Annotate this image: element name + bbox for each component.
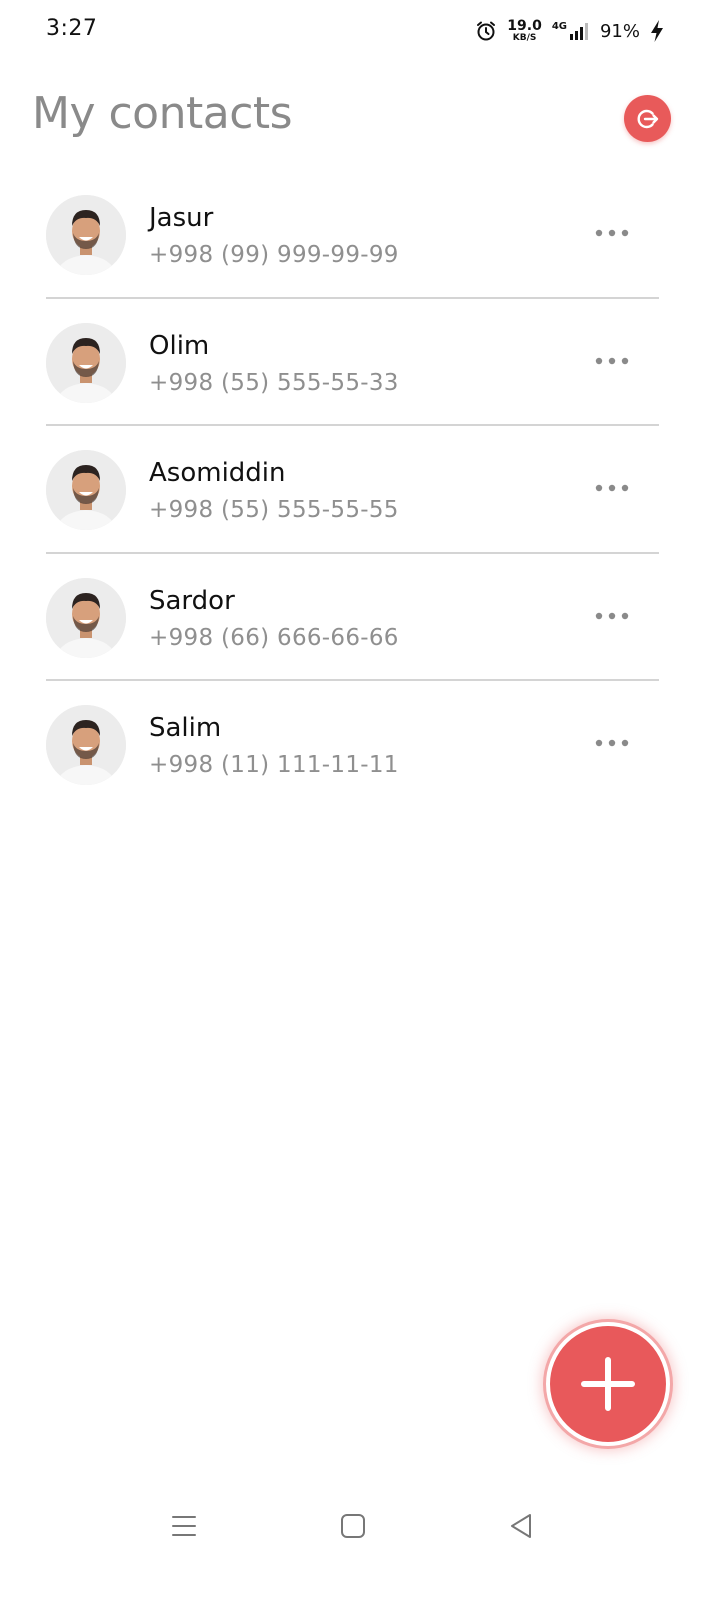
- more-horizontal-icon: [595, 612, 629, 620]
- charging-icon: [650, 19, 664, 43]
- system-nav-bar: [0, 1490, 720, 1560]
- contact-phone: +998 (66) 666-66-66: [149, 624, 399, 651]
- avatar: [46, 705, 126, 785]
- avatar: [46, 577, 126, 658]
- avatar: [46, 195, 126, 275]
- contact-name: Olim: [149, 330, 210, 361]
- more-options-button[interactable]: [592, 221, 632, 245]
- network-speed: 19.0 KB/S: [507, 19, 542, 43]
- contact-list: Jasur +998 (99) 999-99-99 Olim +998 (55)…: [46, 171, 659, 809]
- battery-level: 91%: [599, 20, 640, 42]
- network-speed-unit: KB/S: [512, 33, 537, 43]
- more-horizontal-icon: [595, 357, 629, 365]
- logout-icon: [634, 105, 662, 133]
- more-options-button[interactable]: [592, 604, 632, 628]
- alarm-icon: [475, 20, 497, 42]
- status-icons: 19.0 KB/S 4G 91%: [475, 16, 664, 46]
- contact-name: Asomiddin: [149, 458, 286, 488]
- more-horizontal-icon: [595, 484, 629, 492]
- contact-item[interactable]: Salim +998 (11) 111-11-11: [46, 681, 659, 809]
- contact-name: Sardor: [149, 585, 235, 616]
- contact-item[interactable]: Olim +998 (55) 555-55-33: [46, 299, 659, 426]
- page-title: My contacts: [32, 88, 293, 139]
- contact-item[interactable]: Sardor +998 (66) 666-66-66: [46, 554, 659, 681]
- nav-menu-button[interactable]: [166, 1508, 202, 1544]
- nav-home-button[interactable]: [335, 1508, 371, 1544]
- home-icon: [340, 1513, 366, 1539]
- more-options-button[interactable]: [592, 731, 632, 755]
- logout-button[interactable]: [624, 95, 671, 142]
- plus-icon: [578, 1354, 638, 1414]
- more-horizontal-icon: [595, 229, 629, 237]
- more-options-button[interactable]: [592, 349, 632, 373]
- add-contact-button[interactable]: [546, 1322, 670, 1446]
- network-type: 4G: [551, 21, 567, 32]
- avatar: [46, 322, 126, 403]
- contact-phone: +998 (11) 111-11-11: [149, 752, 399, 778]
- avatar: [46, 450, 126, 530]
- contact-phone: +998 (55) 555-55-55: [149, 497, 399, 523]
- more-options-button[interactable]: [592, 476, 632, 500]
- more-horizontal-icon: [595, 739, 629, 747]
- nav-back-button[interactable]: [503, 1508, 539, 1544]
- contact-phone: +998 (99) 999-99-99: [149, 242, 399, 268]
- back-icon: [508, 1513, 534, 1539]
- contact-item[interactable]: Jasur +998 (99) 999-99-99: [46, 171, 659, 299]
- status-time: 3:27: [46, 16, 98, 41]
- contact-name: Salim: [149, 713, 222, 743]
- contact-phone: +998 (55) 555-55-33: [149, 369, 399, 396]
- status-bar: 3:27 19.0 KB/S 4G 91%: [0, 0, 720, 64]
- signal-icon: 4G: [552, 21, 590, 41]
- menu-icon: [171, 1514, 197, 1538]
- contact-name: Jasur: [149, 203, 214, 233]
- contact-item[interactable]: Asomiddin +998 (55) 555-55-55: [46, 426, 659, 554]
- network-speed-value: 19.0: [507, 18, 542, 34]
